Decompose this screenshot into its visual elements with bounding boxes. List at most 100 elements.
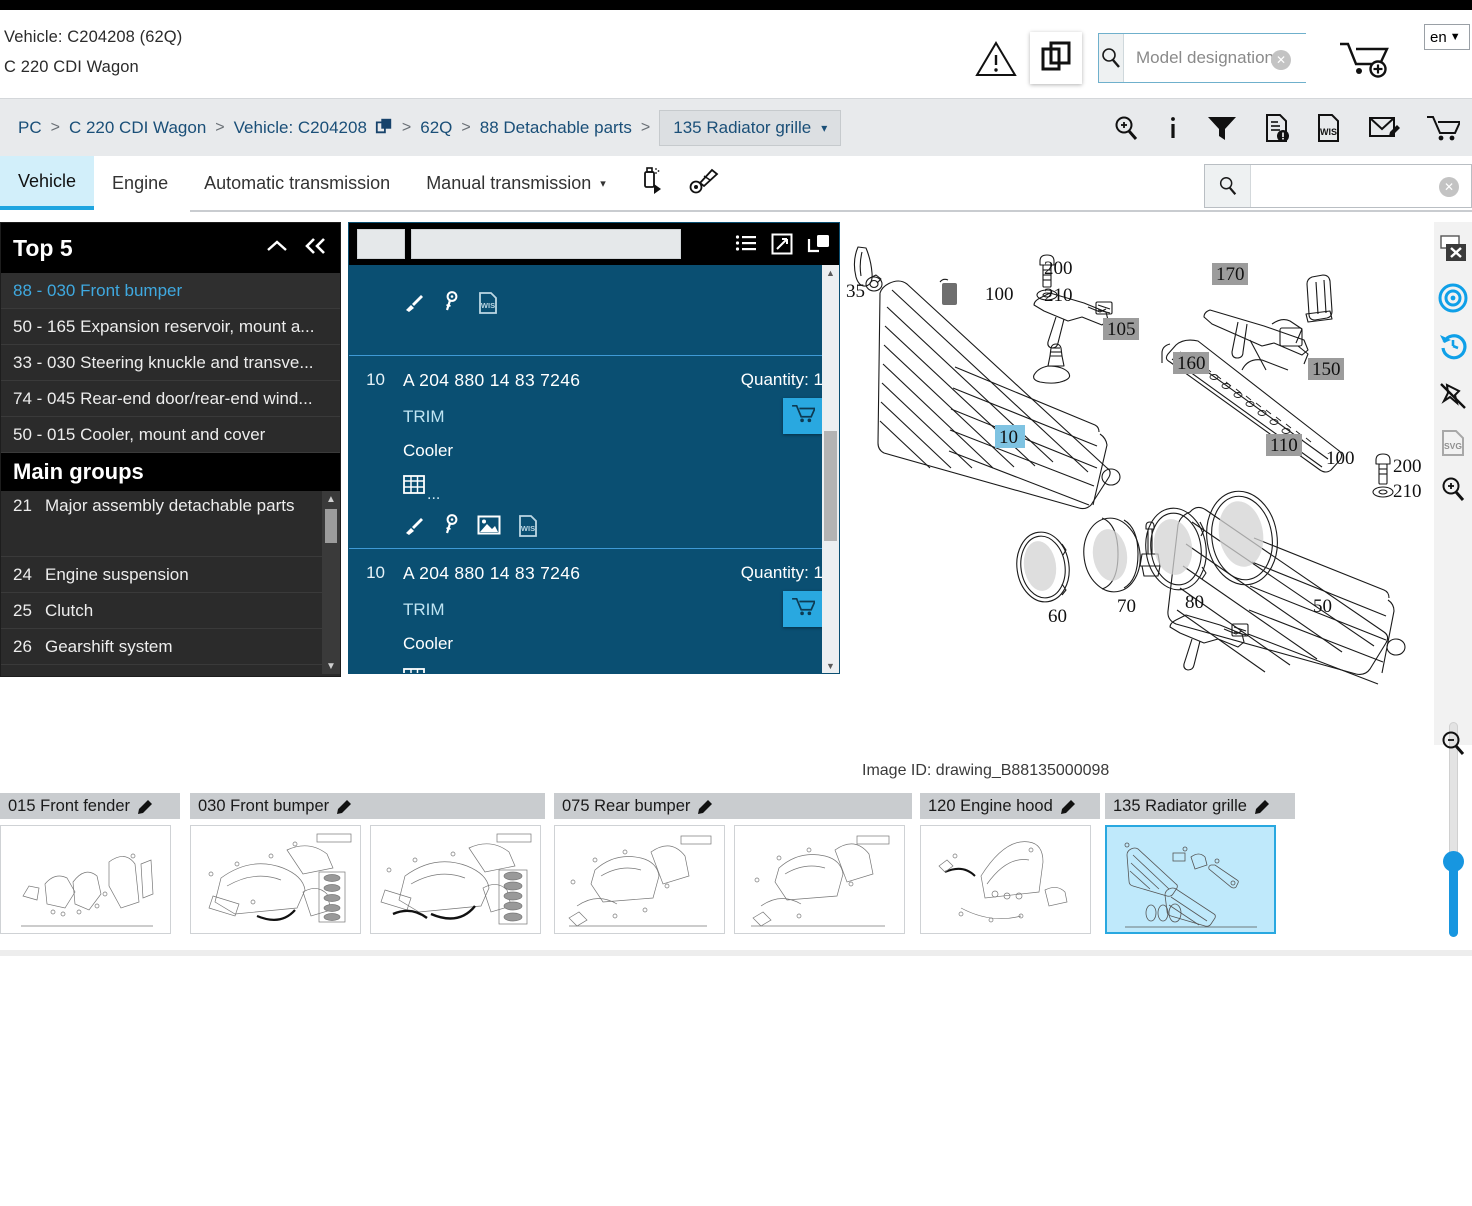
main-groups-title: Main groups bbox=[13, 459, 144, 484]
part-row[interactable]: 10 A 204 880 14 83 7246 TRIM Cooler bbox=[349, 356, 839, 549]
part-table-toggle[interactable]: ... bbox=[403, 666, 689, 673]
drawing-thumbnail[interactable] bbox=[920, 825, 1091, 934]
drawing-thumbnail[interactable] bbox=[554, 825, 725, 934]
wis-document-icon[interactable]: WIS bbox=[1316, 113, 1342, 143]
drawing-thumbnail[interactable] bbox=[370, 825, 541, 934]
wis-document-icon[interactable]: WIS bbox=[477, 291, 499, 315]
info-icon[interactable] bbox=[1166, 114, 1180, 142]
main-group-item-26[interactable]: 26 Gearshift system bbox=[1, 629, 340, 665]
drawing-group-header[interactable]: 135 Radiator grille bbox=[1105, 793, 1295, 819]
scroll-up-arrow-icon[interactable]: ▲ bbox=[822, 265, 839, 280]
edit-pencil-icon[interactable] bbox=[138, 798, 154, 814]
zoom-in-icon[interactable] bbox=[1434, 470, 1472, 508]
scroll-down-arrow-icon[interactable]: ▼ bbox=[322, 658, 340, 674]
scrollbar-thumb[interactable] bbox=[325, 509, 337, 543]
main-group-item-21[interactable]: 21 Major assembly detachable parts bbox=[1, 491, 340, 557]
copy-icon[interactable] bbox=[807, 233, 831, 255]
drawing-group-header[interactable]: 030 Front bumper bbox=[190, 793, 545, 819]
drawing-thumbnail[interactable] bbox=[734, 825, 905, 934]
list-view-icon[interactable] bbox=[735, 234, 757, 254]
parts-list-panel: WIS 10 A 204 880 14 83 7246 TRIM Cooler bbox=[348, 222, 840, 674]
edit-pencil-icon[interactable] bbox=[337, 798, 353, 814]
add-to-cart-button[interactable] bbox=[783, 398, 823, 434]
add-to-cart-button[interactable] bbox=[783, 591, 823, 627]
edit-pencil-icon[interactable] bbox=[1254, 798, 1271, 814]
breadcrumb-item-2[interactable]: Vehicle: C204208 bbox=[234, 118, 367, 138]
parts-list-body[interactable]: WIS 10 A 204 880 14 83 7246 TRIM Cooler bbox=[349, 265, 839, 673]
drawing-thumbnail-selected[interactable] bbox=[1105, 825, 1276, 934]
wis-document-icon[interactable]: WIS bbox=[517, 514, 539, 538]
bolt-tool-icon[interactable] bbox=[688, 165, 720, 202]
drawing-thumbnail[interactable] bbox=[0, 825, 171, 934]
drawing-thumbnail[interactable] bbox=[190, 825, 361, 934]
clear-parts-search-icon[interactable]: ✕ bbox=[1439, 177, 1459, 197]
language-value: en bbox=[1430, 28, 1447, 46]
scroll-down-arrow-icon[interactable]: ▼ bbox=[822, 658, 839, 673]
model-designation-search[interactable]: ✕ bbox=[1098, 33, 1359, 83]
top5-item-0[interactable]: 88 - 030 Front bumper bbox=[1, 273, 340, 309]
email-edit-icon[interactable] bbox=[1368, 114, 1400, 142]
expand-fullscreen-icon[interactable] bbox=[771, 233, 793, 255]
tab-engine[interactable]: Engine bbox=[94, 156, 186, 210]
cart-add-icon[interactable] bbox=[1338, 38, 1392, 85]
paint-spray-icon[interactable] bbox=[638, 165, 668, 202]
part-row[interactable]: WIS bbox=[349, 291, 839, 356]
clear-model-search-icon[interactable]: ✕ bbox=[1271, 50, 1291, 70]
double-chevron-left-icon[interactable] bbox=[302, 235, 330, 262]
part-number[interactable]: A 204 880 14 83 7246 bbox=[403, 563, 689, 584]
tab-vehicle[interactable]: Vehicle bbox=[0, 156, 95, 210]
filter-icon[interactable] bbox=[1206, 114, 1238, 142]
main-group-item-25[interactable]: 25 Clutch bbox=[1, 593, 340, 629]
paint-brush-icon[interactable] bbox=[403, 291, 425, 315]
part-row[interactable]: 10 A 204 880 14 83 7246 TRIM Cooler bbox=[349, 549, 839, 673]
warning-triangle-icon[interactable] bbox=[975, 40, 1017, 78]
image-icon[interactable] bbox=[477, 514, 501, 538]
drawing-group-header[interactable]: 120 Engine hood bbox=[920, 793, 1100, 819]
language-selector[interactable]: en ▼ bbox=[1424, 24, 1470, 50]
breadcrumb-item-3[interactable]: 62Q bbox=[420, 118, 452, 138]
breadcrumb-copy-icon[interactable] bbox=[375, 117, 393, 140]
top5-item-4[interactable]: 50 - 015 Cooler, mount and cover bbox=[1, 417, 340, 453]
reset-history-icon[interactable] bbox=[1434, 326, 1472, 364]
drawing-group-header[interactable]: 015 Front fender bbox=[0, 793, 180, 819]
parts-search-input[interactable] bbox=[1251, 165, 1471, 207]
part-table-toggle[interactable]: ... bbox=[403, 473, 689, 503]
drawing-group-header[interactable]: 075 Rear bumper bbox=[554, 793, 912, 819]
cart-icon[interactable] bbox=[1426, 114, 1460, 142]
svg-export-icon[interactable]: SVG bbox=[1434, 424, 1472, 462]
breadcrumb-item-1[interactable]: C 220 CDI Wagon bbox=[69, 118, 206, 138]
main-groups-scrollbar[interactable]: ▲ ▼ bbox=[322, 491, 340, 674]
parts-list-scrollbar[interactable]: ▲ ▼ bbox=[822, 265, 839, 673]
zoom-search-icon[interactable] bbox=[1112, 114, 1140, 142]
parts-search-box[interactable]: ✕ bbox=[1204, 164, 1472, 208]
top5-item-1[interactable]: 50 - 165 Expansion reservoir, mount a... bbox=[1, 309, 340, 345]
scrollbar-thumb[interactable] bbox=[824, 431, 837, 541]
tab-automatic-transmission[interactable]: Automatic transmission bbox=[186, 156, 408, 210]
key-icon[interactable] bbox=[441, 514, 461, 538]
breadcrumb-item-4[interactable]: 88 Detachable parts bbox=[480, 118, 632, 138]
top5-item-2[interactable]: 33 - 030 Steering knuckle and transve... bbox=[1, 345, 340, 381]
model-designation-input[interactable] bbox=[1124, 34, 1359, 82]
key-icon[interactable] bbox=[441, 291, 461, 315]
unpin-icon[interactable] bbox=[1434, 377, 1472, 415]
part-number[interactable]: A 204 880 14 83 7246 bbox=[403, 370, 689, 391]
edit-pencil-icon[interactable] bbox=[1060, 798, 1077, 814]
breadcrumb-item-0[interactable]: PC bbox=[18, 118, 42, 138]
main-group-item-24[interactable]: 24 Engine suspension bbox=[1, 557, 340, 593]
tab-manual-transmission[interactable]: Manual transmission ▾ bbox=[408, 156, 624, 210]
copy-documents-button[interactable] bbox=[1030, 32, 1082, 84]
scroll-up-arrow-icon[interactable]: ▲ bbox=[322, 491, 340, 507]
technical-drawing-viewport[interactable]: 35 200 210 100 105 170 160 150 110 100 2… bbox=[840, 222, 1432, 745]
chevron-up-icon[interactable] bbox=[264, 235, 290, 262]
zoom-out-icon[interactable] bbox=[1434, 724, 1472, 762]
top5-item-3[interactable]: 74 - 045 Rear-end door/rear-end wind... bbox=[1, 381, 340, 417]
target-center-icon[interactable] bbox=[1434, 279, 1472, 317]
paint-brush-icon[interactable] bbox=[403, 514, 425, 538]
edit-pencil-icon[interactable] bbox=[698, 798, 714, 814]
breadcrumb-current-chip[interactable]: 135 Radiator grille ▾ bbox=[659, 110, 842, 146]
parts-filter-box[interactable] bbox=[357, 229, 405, 259]
parts-list-search-field[interactable] bbox=[411, 229, 681, 259]
close-overlay-icon[interactable] bbox=[1434, 230, 1472, 268]
document-alert-icon[interactable] bbox=[1264, 113, 1290, 143]
breadcrumb-toolbar: WIS bbox=[1112, 99, 1460, 157]
